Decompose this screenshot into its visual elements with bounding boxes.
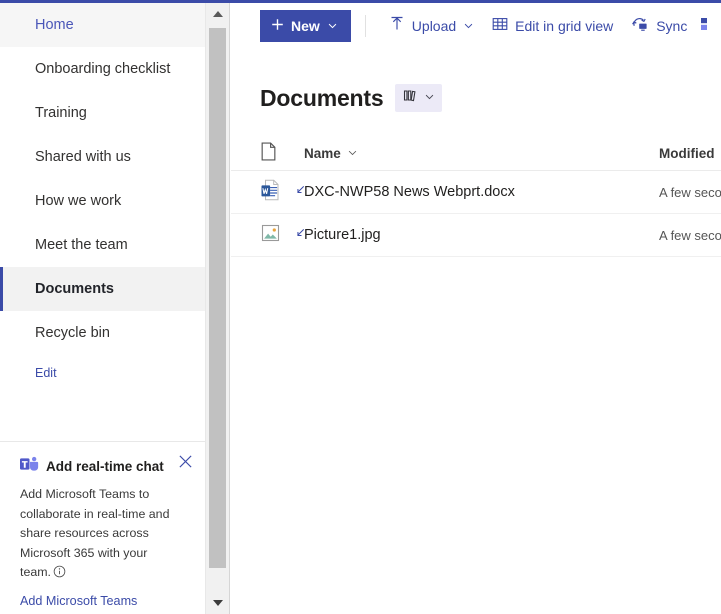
left-navigation: Home Onboarding checklist Training Shared w… [0, 3, 206, 614]
file-modified-label: A few secon [659, 184, 721, 200]
edit-in-grid-view-button[interactable]: Edit in grid view [483, 10, 622, 42]
teams-icon [20, 456, 39, 477]
file-modified-cell: A few secon [659, 228, 721, 243]
sidebar-item-label: Home [35, 17, 74, 33]
main-content: New Upload Edit in grid view Sync Docume… [231, 3, 721, 614]
scroll-up-arrow-icon[interactable] [206, 3, 229, 25]
command-bar: New Upload Edit in grid view Sync [231, 3, 721, 48]
sidebar-item-label: Shared with us [35, 149, 131, 165]
table-row[interactable]: DXC-NWP58 News Webprt.docx A few secon [231, 171, 721, 214]
view-switcher-button[interactable] [395, 84, 443, 112]
close-icon[interactable] [176, 452, 194, 470]
edit-in-grid-view-label: Edit in grid view [515, 17, 614, 34]
sidebar-item-how-we-work[interactable]: How we work [0, 179, 205, 223]
list-columns-icon [402, 88, 419, 108]
new-file-marker-icon [295, 228, 306, 242]
sidebar-item-shared-with-us[interactable]: Shared with us [0, 135, 205, 179]
column-header-name-label: Name [304, 146, 341, 161]
upload-label: Upload [411, 17, 457, 34]
sidebar-item-label: Documents [35, 281, 114, 297]
sidebar-item-training[interactable]: Training [0, 91, 205, 135]
column-header-name[interactable]: Name [304, 146, 659, 161]
sync-icon [631, 16, 649, 35]
scrollbar-thumb[interactable] [209, 28, 226, 568]
nav-edit-link[interactable]: Edit [0, 355, 205, 391]
sidebar-item-label: Onboarding checklist [35, 61, 171, 77]
nav-edit-label: Edit [35, 366, 57, 380]
chevron-down-icon [327, 18, 338, 34]
sidebar-item-recycle-bin[interactable]: Recycle bin [0, 311, 205, 355]
promo-link-label: Add Microsoft Teams [20, 593, 138, 608]
file-name-label: Picture1.jpg [304, 227, 381, 243]
file-list-header: Name Modified [231, 137, 721, 171]
file-list: Name Modified DXC-NWP58 News Webprt.docx… [231, 137, 721, 257]
command-bar-divider [364, 14, 366, 37]
file-name-label: DXC-NWP58 News Webprt.docx [304, 184, 515, 200]
sidebar-scrollbar[interactable] [206, 3, 230, 614]
top-accent-bar [0, 0, 721, 3]
table-row[interactable]: Picture1.jpg A few secon [231, 214, 721, 257]
chevron-down-icon [347, 146, 358, 161]
file-name-cell[interactable]: Picture1.jpg [297, 227, 659, 243]
sidebar-item-label: Recycle bin [35, 325, 110, 341]
sidebar-item-documents[interactable]: Documents [0, 267, 205, 311]
teams-promo-card: Add real-time chat Add Microsoft Teams t… [0, 441, 205, 614]
image-file-icon [260, 222, 281, 249]
sync-button[interactable]: Sync [622, 10, 696, 42]
column-header-modified-label: Modified [659, 146, 715, 161]
upload-arrow-icon [389, 16, 405, 35]
info-circle-icon[interactable] [53, 565, 66, 585]
new-file-marker-icon [295, 185, 306, 199]
sidebar-item-label: How we work [35, 193, 122, 209]
column-header-modified[interactable]: Modified [659, 146, 721, 161]
sync-label: Sync [656, 17, 688, 34]
add-microsoft-teams-link[interactable]: Add Microsoft Teams [20, 594, 188, 608]
file-modified-label: A few secon [659, 227, 721, 243]
add-shortcut-onedrive-button[interactable] [696, 10, 720, 42]
new-button-label: New [291, 17, 320, 34]
file-modified-cell: A few secon [659, 185, 721, 200]
sidebar-item-label: Meet the team [35, 237, 128, 253]
sidebar-item-label: Training [35, 105, 87, 121]
promo-header: Add real-time chat [20, 456, 188, 477]
scroll-down-arrow-icon[interactable] [206, 592, 229, 614]
upload-button[interactable]: Upload [380, 10, 483, 42]
sidebar-item-home[interactable]: Home [0, 3, 205, 47]
promo-body: Add Microsoft Teams to collaborate in re… [20, 485, 180, 585]
chevron-down-icon [424, 89, 435, 107]
column-header-file-type[interactable] [260, 141, 304, 166]
plus-icon [271, 18, 284, 34]
sidebar-item-onboarding-checklist[interactable]: Onboarding checklist [0, 47, 205, 91]
page-title: Documents [260, 84, 384, 111]
file-name-cell[interactable]: DXC-NWP58 News Webprt.docx [297, 184, 659, 200]
add-shortcut-onedrive-icon [700, 16, 716, 35]
sidebar-item-meet-the-team[interactable]: Meet the team [0, 223, 205, 267]
word-document-icon [260, 179, 281, 206]
new-button[interactable]: New [260, 9, 351, 42]
grid-icon [492, 16, 508, 35]
file-type-icon [260, 141, 277, 166]
nav-list: Home Onboarding checklist Training Shared w… [0, 3, 205, 355]
chevron-down-icon [463, 18, 474, 34]
promo-body-text: Add Microsoft Teams to collaborate in re… [20, 487, 170, 579]
sharepoint-document-library-page: Home Onboarding checklist Training Shared w… [0, 0, 721, 614]
promo-title: Add real-time chat [46, 459, 164, 474]
library-header: Documents [231, 81, 721, 115]
